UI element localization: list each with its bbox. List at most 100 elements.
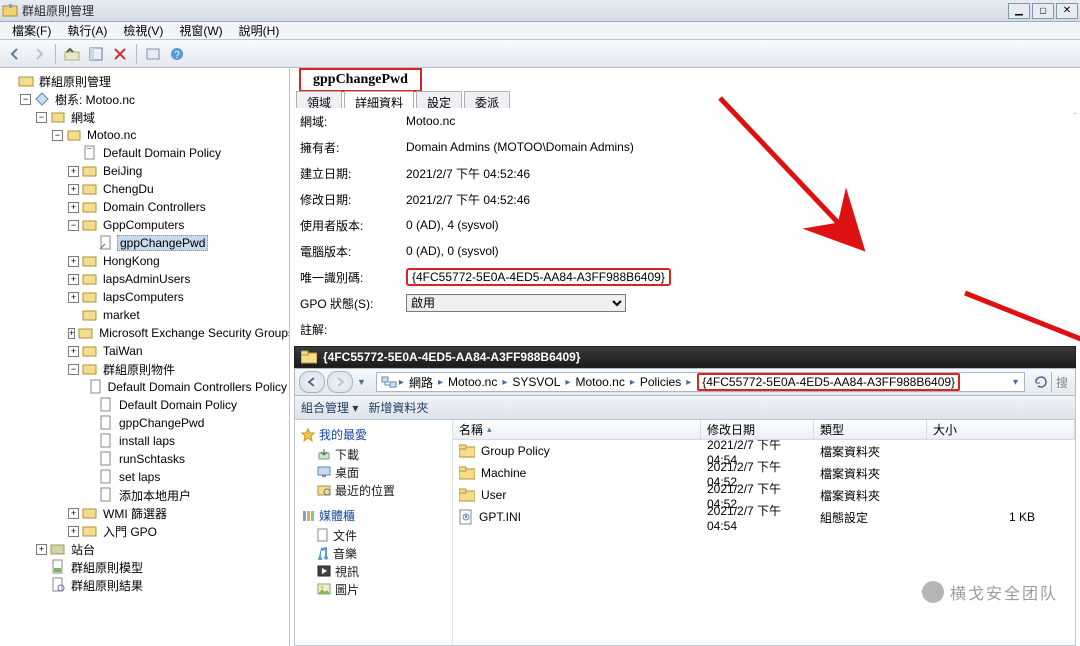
refresh-icon[interactable] — [1033, 374, 1049, 390]
column-headers[interactable]: 名稱 ▴ 修改日期 類型 大小 — [453, 420, 1075, 440]
tree-gpo-item[interactable]: Default Domain Controllers Policy — [4, 378, 289, 396]
file-size: 1 KB — [927, 510, 1075, 524]
tree-item[interactable]: +lapsAdminUsers — [4, 270, 289, 288]
tree-root[interactable]: 群組原則管理 — [4, 72, 289, 90]
crumb[interactable]: Motoo.nc — [445, 375, 500, 389]
ou-icon — [82, 199, 98, 215]
nav-videos[interactable]: 視訊 — [301, 562, 446, 580]
tree-forest[interactable]: −樹系: Motoo.nc — [4, 90, 289, 108]
crumb[interactable]: Motoo.nc — [572, 375, 627, 389]
show-tree-button[interactable] — [85, 43, 107, 65]
up-folder-button[interactable] — [61, 43, 83, 65]
tree-sites[interactable]: +站台 — [4, 540, 289, 558]
uid-label: 唯一識別碼: — [296, 269, 406, 286]
uid-value: {4FC55772-5E0A-4ED5-AA84-A3FF988B6409} — [406, 268, 671, 286]
tree-gpo-item[interactable]: runSchtasks — [4, 450, 289, 468]
tree-gpo-item[interactable]: 添加本地用户 — [4, 486, 289, 504]
nav-documents[interactable]: 文件 — [301, 526, 446, 544]
domain-value: Motoo.nc — [406, 114, 1074, 128]
tree-item[interactable]: +BeiJing — [4, 162, 289, 180]
file-row[interactable]: GPT.INI2021/2/7 下午 04:54組態設定1 KB — [453, 506, 1075, 528]
nav-favorites[interactable]: 我的最愛 — [301, 424, 446, 445]
file-type: 檔案資料夾 — [814, 487, 927, 504]
nav-downloads[interactable]: 下載 — [301, 445, 446, 463]
search-label[interactable]: 搜 — [1051, 372, 1071, 392]
ou-icon — [78, 325, 94, 341]
folder-icon — [459, 466, 475, 480]
menu-window[interactable]: 視窗(W) — [171, 21, 230, 40]
tree-item[interactable]: +HongKong — [4, 252, 289, 270]
explorer-nav-pane[interactable]: 我的最愛 下載 桌面 最近的位置 媒體櫃 文件 音樂 視訊 圖片 — [295, 420, 453, 645]
tree-gpo-item[interactable]: Default Domain Policy — [4, 396, 289, 414]
col-size[interactable]: 大小 — [927, 420, 1075, 439]
crumb-current[interactable]: {4FC55772-5E0A-4ED5-AA84-A3FF988B6409} — [697, 373, 960, 391]
results-icon — [50, 577, 66, 593]
tree-gpo-item[interactable]: gppChangePwd — [4, 414, 289, 432]
folder-icon — [459, 444, 475, 458]
tree-domains[interactable]: −網域 — [4, 108, 289, 126]
tree-domain[interactable]: −Motoo.nc — [4, 126, 289, 144]
organize-button[interactable]: 組合管理 ▾ — [301, 399, 358, 416]
crumb[interactable]: SYSVOL — [509, 375, 563, 389]
tree-model[interactable]: 群組原則模型 — [4, 558, 289, 576]
tree-item[interactable]: +TaiWan — [4, 342, 289, 360]
tree-item[interactable]: +lapsComputers — [4, 288, 289, 306]
nav-desktop[interactable]: 桌面 — [301, 463, 446, 481]
menu-file[interactable]: 檔案(F) — [4, 21, 59, 40]
tree-item[interactable]: +Microsoft Exchange Security Groups — [4, 324, 289, 342]
userver-label: 使用者版本: — [296, 217, 406, 234]
file-name: GPT.INI — [479, 510, 521, 524]
tree-pane[interactable]: 群組原則管理 −樹系: Motoo.nc −網域 −Motoo.nc Defau… — [0, 68, 290, 646]
nav-forward-button[interactable] — [327, 371, 353, 393]
crumb[interactable]: 網路 — [406, 374, 436, 391]
new-folder-button[interactable]: 新增資料夾 — [368, 399, 428, 416]
delete-button[interactable] — [109, 43, 131, 65]
modified-value: 2021/2/7 下午 04:52:46 — [406, 191, 1074, 208]
tree-gpo-item[interactable]: install laps — [4, 432, 289, 450]
col-type[interactable]: 類型 — [814, 420, 927, 439]
tree-item[interactable]: +Domain Controllers — [4, 198, 289, 216]
menu-help[interactable]: 說明(H) — [231, 21, 288, 40]
ou-icon — [82, 163, 98, 179]
nav-pictures[interactable]: 圖片 — [301, 580, 446, 598]
nav-libraries[interactable]: 媒體櫃 — [301, 505, 446, 526]
forward-button[interactable] — [28, 43, 50, 65]
nav-history-dropdown-icon[interactable]: ▼ — [355, 377, 368, 387]
menu-view[interactable]: 檢視(V) — [115, 21, 171, 40]
explorer-navbar: ▼ ▸ 網路▸ Motoo.nc▸ SYSVOL▸ Motoo.nc▸ Poli… — [294, 368, 1076, 396]
refresh-button[interactable] — [142, 43, 164, 65]
tree-results[interactable]: 群組原則結果 — [4, 576, 289, 594]
menu-action[interactable]: 執行(A) — [59, 21, 115, 40]
file-name: Machine — [481, 466, 526, 480]
tree-gpo-item[interactable]: set laps — [4, 468, 289, 486]
help-button[interactable]: ? — [166, 43, 188, 65]
menubar: 檔案(F) 執行(A) 檢視(V) 視窗(W) 說明(H) — [0, 22, 1080, 40]
tree-item[interactable]: +ChengDu — [4, 180, 289, 198]
sites-icon — [50, 541, 66, 557]
maximize-button[interactable]: ▢ — [1032, 3, 1054, 19]
tree-starter[interactable]: +入門 GPO — [4, 522, 289, 540]
breadcrumb[interactable]: ▸ 網路▸ Motoo.nc▸ SYSVOL▸ Motoo.nc▸ Polici… — [376, 372, 1025, 392]
tree-item[interactable]: market — [4, 306, 289, 324]
file-name: Group Policy — [481, 444, 550, 458]
ou-icon — [82, 289, 98, 305]
compver-value: 0 (AD), 0 (sysvol) — [406, 244, 1074, 258]
tree-item[interactable]: Default Domain Policy — [4, 144, 289, 162]
file-list[interactable]: Group Policy2021/2/7 下午 04:54檔案資料夾Machin… — [453, 440, 1075, 645]
close-button[interactable]: ✕ — [1056, 3, 1078, 19]
crumb[interactable]: Policies — [637, 375, 684, 389]
col-name[interactable]: 名稱 ▴ — [453, 420, 701, 439]
minimize-button[interactable]: ▁ — [1008, 3, 1030, 19]
back-button[interactable] — [4, 43, 26, 65]
policy-link-icon — [98, 235, 114, 251]
tree-wmi[interactable]: +WMI 篩選器 — [4, 504, 289, 522]
gpo-status-select[interactable]: 啟用 — [406, 294, 626, 312]
tree-gpo-container[interactable]: −群組原則物件 — [4, 360, 289, 378]
tree-item[interactable]: −GppComputers — [4, 216, 289, 234]
policy-icon — [82, 145, 98, 161]
tree-item-gppchangepwd-link[interactable]: gppChangePwd — [4, 234, 289, 252]
col-date[interactable]: 修改日期 — [701, 420, 814, 439]
nav-back-button[interactable] — [299, 371, 325, 393]
nav-recent[interactable]: 最近的位置 — [301, 481, 446, 499]
nav-music[interactable]: 音樂 — [301, 544, 446, 562]
